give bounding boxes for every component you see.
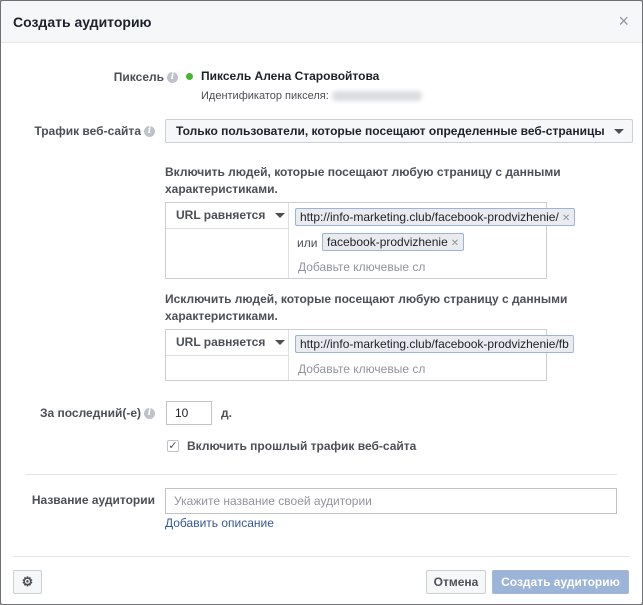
info-icon[interactable]: i <box>167 72 178 84</box>
info-icon[interactable]: i <box>144 126 155 138</box>
pixel-status-dot <box>186 73 193 80</box>
token-fade <box>571 333 611 355</box>
exclude-condition-select[interactable]: URL равняется <box>166 330 288 356</box>
gear-icon: ⚙ <box>21 574 34 589</box>
include-heading: Включить людей, которые посещают любую с… <box>165 164 561 198</box>
exclude-heading: Исключить людей, которые посещают любую … <box>165 291 567 325</box>
pixel-label: Пиксель <box>113 70 164 84</box>
chevron-down-icon <box>274 340 285 346</box>
pixel-name: Пиксель Алена Старовойтова <box>201 69 380 83</box>
exclude-heading-line2: характеристиками. <box>165 309 278 323</box>
exclude-condition-column: URL равняется <box>166 330 289 380</box>
retention-days-input[interactable] <box>166 401 212 425</box>
remove-token-icon[interactable]: ✕ <box>562 213 570 224</box>
create-audience-dialog: Создать аудиторию × Пиксель i Пиксель Але… <box>0 0 643 605</box>
traffic-label-row: Трафик веб-сайта i <box>1 124 155 138</box>
section-divider <box>25 474 617 475</box>
traffic-select-value: Только пользователи, которые посещают оп… <box>176 124 605 138</box>
past-traffic-checkbox[interactable]: ✓ <box>167 440 179 452</box>
settings-button[interactable]: ⚙ <box>13 570 42 594</box>
exclude-keyword-input[interactable]: Добавьте ключевые сл <box>298 362 425 376</box>
pixel-label-row: Пиксель i <box>1 70 178 84</box>
retention-label-row: За последний(-е) i <box>1 406 155 420</box>
pixel-id-label: Идентификатор пикселя: <box>201 90 329 102</box>
retention-unit: д. <box>221 406 232 420</box>
include-token-1: http://info-marketing.club/facebook-prod… <box>295 208 576 226</box>
include-condition-column: URL равняется <box>166 203 289 278</box>
include-heading-line1: Включить людей, которые посещают любую с… <box>165 165 561 179</box>
chevron-down-icon <box>614 129 624 134</box>
exclude-heading-line1: Исключить людей, которые посещают любую … <box>165 292 568 306</box>
exclude-token-1: http://info-marketing.club/facebook-prod… <box>295 335 602 353</box>
create-audience-button[interactable]: Создать аудиторию <box>492 570 629 594</box>
close-icon[interactable]: × <box>618 11 629 32</box>
dialog-title: Создать аудиторию <box>13 14 152 30</box>
cancel-button[interactable]: Отмена <box>426 570 486 594</box>
pixel-id-row: Идентификатор пикселя: <box>201 90 422 102</box>
exclude-condition-label: URL равняется <box>176 335 266 349</box>
add-description-link[interactable]: Добавить описание <box>165 516 274 530</box>
include-or-label: или <box>297 236 318 250</box>
exclude-rule-box: URL равняется http://info-marketing.club… <box>165 329 611 381</box>
traffic-select[interactable]: Только пользователи, которые посещают оп… <box>165 119 633 143</box>
audience-name-input[interactable] <box>165 488 617 514</box>
footer-divider <box>13 556 630 557</box>
include-condition-select[interactable]: URL равняется <box>166 203 288 229</box>
include-keyword-input[interactable]: Добавьте ключевые сл <box>298 260 425 274</box>
include-heading-line2: характеристиками. <box>165 182 278 196</box>
include-rule-box: URL равняется http://info-marketing.club… <box>165 202 576 279</box>
audience-name-label: Название аудитории <box>31 493 155 507</box>
include-token-2-text: facebook-prodvizhenie <box>327 235 448 249</box>
include-token-2: facebook-prodvizhenie ✕ <box>322 233 465 251</box>
remove-token-icon[interactable]: ✕ <box>451 238 459 249</box>
include-condition-label: URL равняется <box>176 208 266 222</box>
pixel-id-redacted <box>331 91 422 102</box>
info-icon[interactable]: i <box>144 408 155 420</box>
past-traffic-label: Включить прошлый трафик веб-сайта <box>187 439 417 453</box>
include-token-1-text: http://info-marketing.club/facebook-prod… <box>300 210 559 224</box>
retention-label: За последний(-е) <box>39 406 141 420</box>
exclude-token-1-text: http://info-marketing.club/facebook-prod… <box>300 337 569 351</box>
dialog-header: Создать аудиторию × <box>1 1 642 43</box>
chevron-down-icon <box>274 213 285 219</box>
traffic-label: Трафик веб-сайта <box>34 124 141 138</box>
